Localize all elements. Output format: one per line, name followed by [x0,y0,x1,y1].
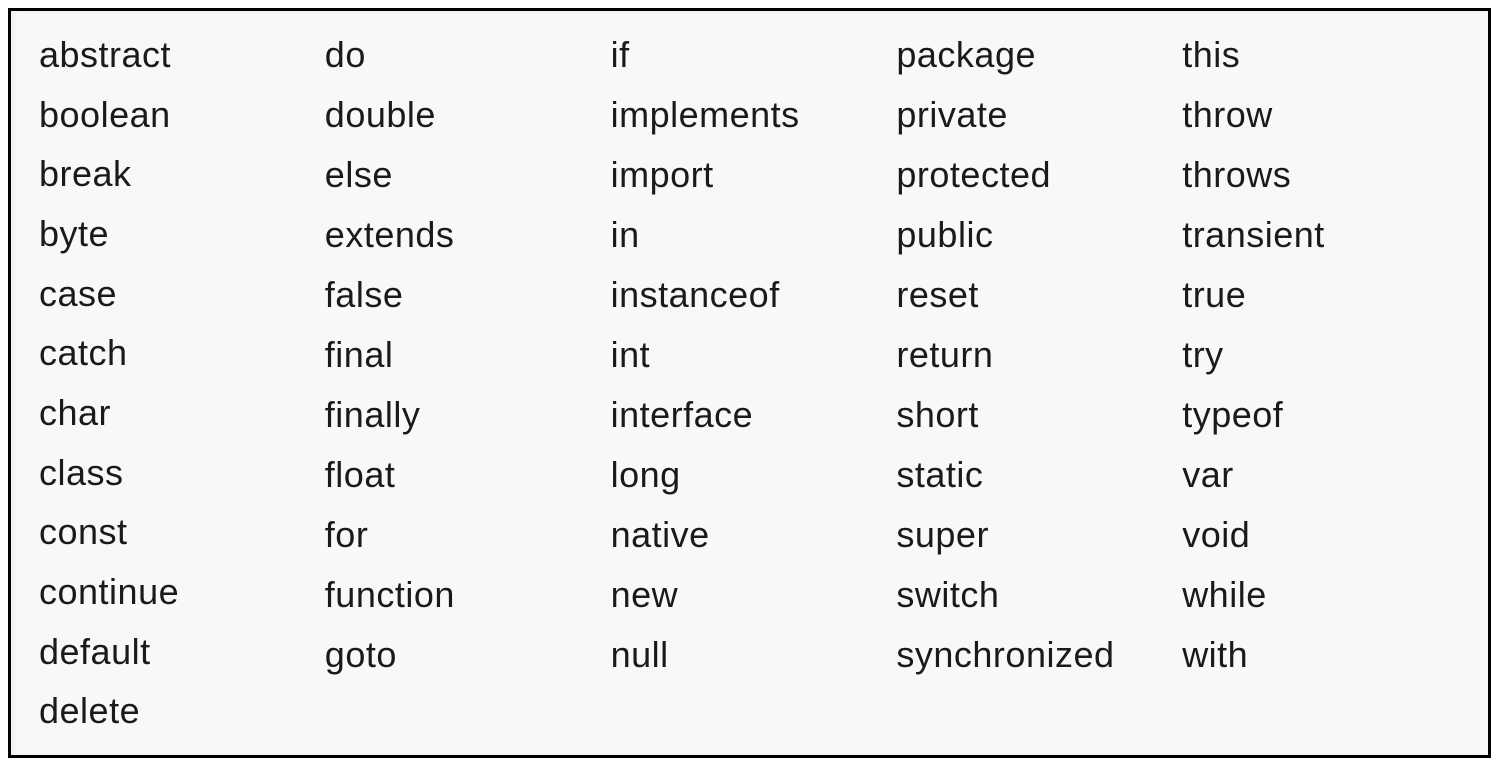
keyword-cell: instanceof [611,265,897,325]
keyword-cell: static [896,445,1182,505]
keyword-cell: catch [39,323,325,383]
column-3: package private protected public reset r… [896,25,1182,741]
keyword-cell: throw [1182,85,1468,145]
column-4: this throw throws transient true try typ… [1182,25,1468,741]
column-1: do double else extends false final final… [325,25,611,741]
keyword-cell: while [1182,565,1468,625]
keyword-cell: var [1182,445,1468,505]
keyword-cell: class [39,443,325,503]
keyword-cell: case [39,264,325,324]
keyword-cell: long [611,445,897,505]
keyword-cell: public [896,205,1182,265]
keyword-cell: finally [325,385,611,445]
keyword-cell: transient [1182,205,1468,265]
keyword-cell: break [39,144,325,204]
keyword-cell: true [1182,265,1468,325]
keyword-cell: byte [39,204,325,264]
keyword-cell: short [896,385,1182,445]
keyword-cell: new [611,565,897,625]
keyword-cell: return [896,325,1182,385]
keyword-cell: protected [896,145,1182,205]
keyword-cell: switch [896,565,1182,625]
keyword-cell: in [611,205,897,265]
keyword-cell: int [611,325,897,385]
keyword-cell: float [325,445,611,505]
column-2: if implements import in instanceof int i… [611,25,897,741]
keyword-cell: else [325,145,611,205]
keyword-cell: interface [611,385,897,445]
keyword-cell: char [39,383,325,443]
keyword-cell: const [39,502,325,562]
keyword-cell: import [611,145,897,205]
keyword-cell: throws [1182,145,1468,205]
keyword-cell: null [611,625,897,685]
keyword-cell: extends [325,205,611,265]
keyword-cell: function [325,565,611,625]
keyword-cell: continue [39,562,325,622]
keyword-cell: double [325,85,611,145]
keyword-cell: if [611,25,897,85]
keyword-cell: boolean [39,85,325,145]
keyword-cell: super [896,505,1182,565]
keyword-cell: goto [325,625,611,685]
keyword-cell: with [1182,625,1468,685]
keyword-cell: final [325,325,611,385]
keyword-cell: do [325,25,611,85]
keyword-cell: abstract [39,25,325,85]
keyword-cell: native [611,505,897,565]
keyword-cell: false [325,265,611,325]
keyword-cell: for [325,505,611,565]
keyword-cell: private [896,85,1182,145]
keyword-table: abstract boolean break byte case catch c… [8,8,1491,758]
keyword-cell: default [39,622,325,682]
keyword-cell: implements [611,85,897,145]
keyword-cell: synchronized [896,625,1182,685]
keyword-cell: reset [896,265,1182,325]
keyword-cell: typeof [1182,385,1468,445]
keyword-cell: this [1182,25,1468,85]
keyword-cell: delete [39,681,325,741]
keyword-cell: void [1182,505,1468,565]
keyword-cell: package [896,25,1182,85]
keyword-cell: try [1182,325,1468,385]
column-0: abstract boolean break byte case catch c… [39,25,325,741]
